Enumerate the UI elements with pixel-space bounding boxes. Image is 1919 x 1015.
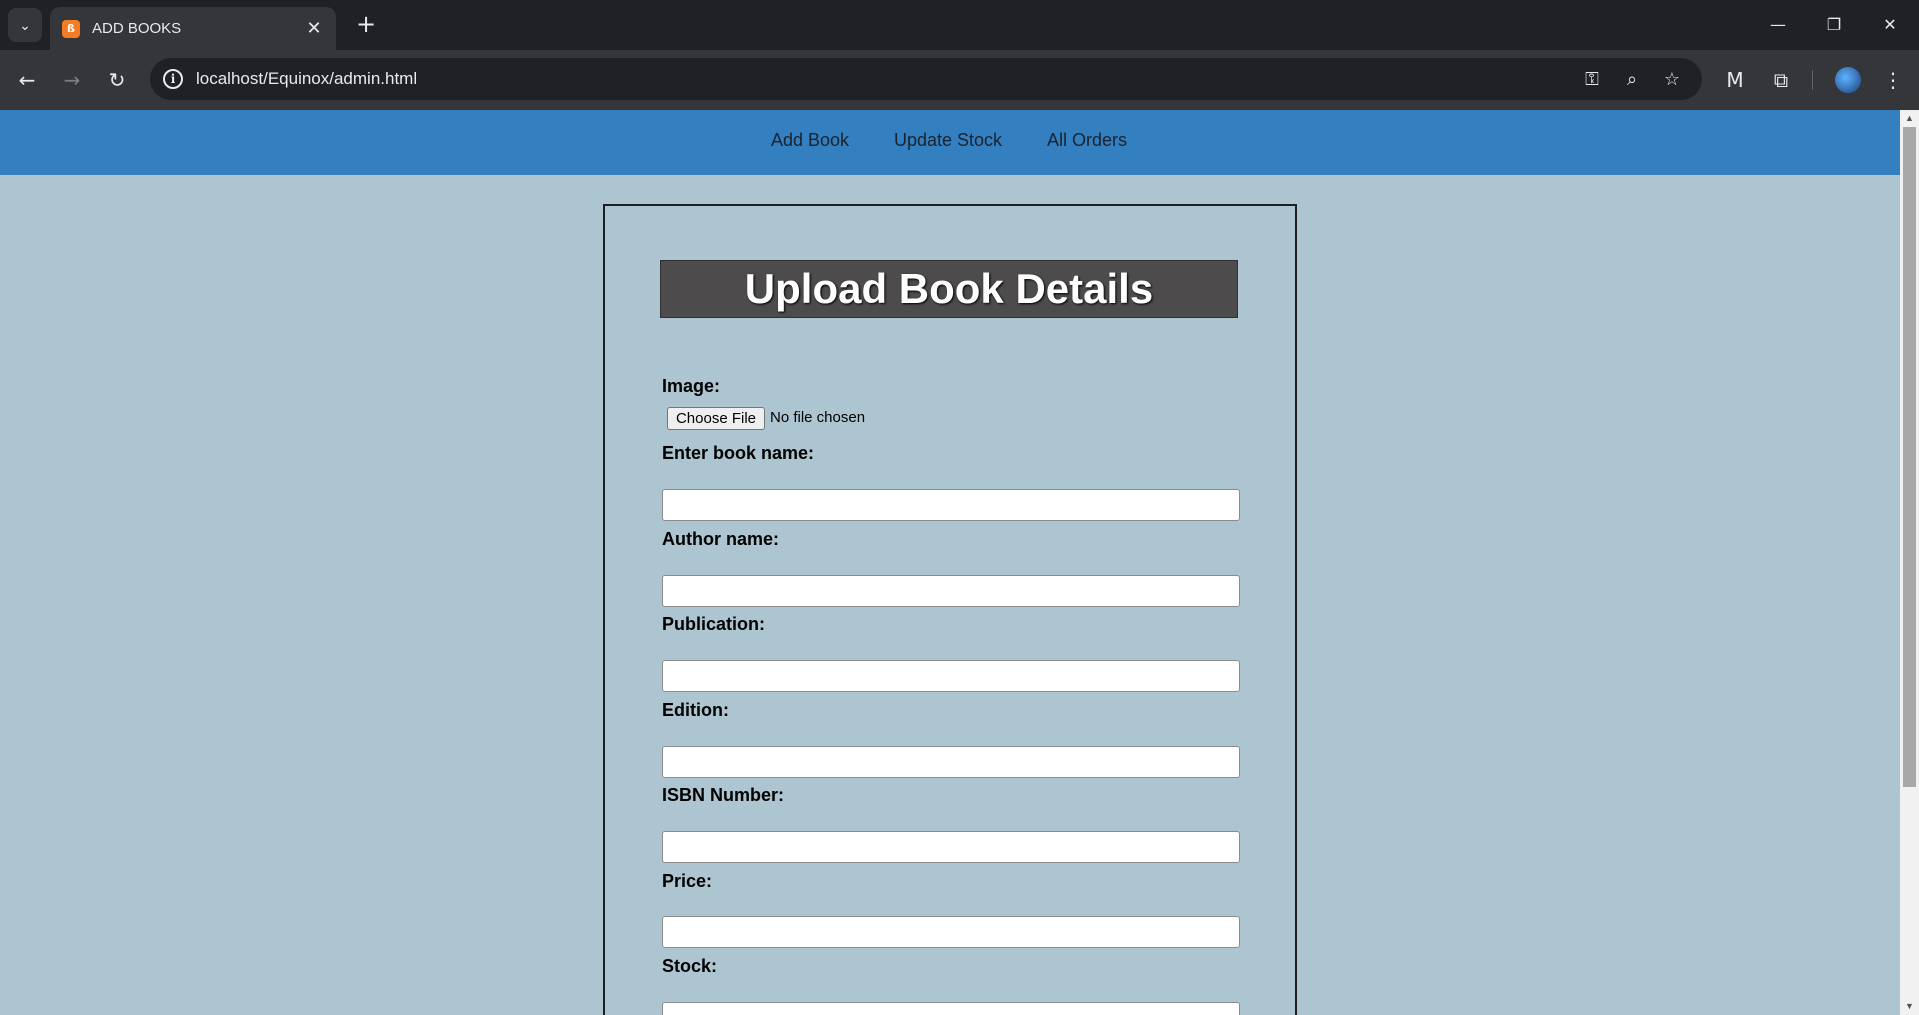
browser-tab-bar: ⌄ ß ADD BOOKS ✕ + — ❐ ✕ <box>0 0 1919 50</box>
stock-input[interactable] <box>662 1002 1240 1015</box>
scroll-down-icon[interactable]: ▼ <box>1900 998 1919 1015</box>
url-text[interactable]: localhost/Equinox/admin.html <box>196 69 417 89</box>
author-name-label: Author name: <box>662 529 779 549</box>
publication-input[interactable] <box>662 660 1240 692</box>
price-input[interactable] <box>662 916 1240 948</box>
edition-label: Edition: <box>662 700 729 720</box>
nav-link-all-orders[interactable]: All Orders <box>1047 130 1127 151</box>
close-icon[interactable]: ✕ <box>304 18 324 39</box>
book-name-input[interactable] <box>662 489 1240 521</box>
reload-icon[interactable]: ↻ <box>99 62 135 98</box>
file-status: No file chosen <box>770 409 866 426</box>
top-navigation: Add Book Update Stock All Orders <box>0 110 1900 175</box>
star-icon[interactable]: ☆ <box>1659 67 1685 93</box>
price-label: Price: <box>662 871 713 891</box>
page-content: Add Book Update Stock All Orders Upload … <box>0 110 1900 1015</box>
forward-arrow-icon[interactable]: → <box>54 62 90 98</box>
isbn-input[interactable] <box>662 831 1240 863</box>
avatar[interactable] <box>1835 67 1861 93</box>
tab-title: ADD BOOKS <box>92 20 182 37</box>
form-title: Upload Book Details <box>660 260 1238 318</box>
image-label: Image: <box>662 376 721 396</box>
chevron-down-icon: ⌄ <box>19 16 31 33</box>
zoom-icon[interactable]: ⌕ <box>1619 67 1645 93</box>
choose-file-button[interactable]: Choose File <box>667 407 765 430</box>
nav-link-add-book[interactable]: Add Book <box>771 130 849 151</box>
key-icon[interactable]: ⚿ <box>1579 67 1605 93</box>
upload-form: Upload Book Details Image: Choose File N… <box>603 204 1297 1015</box>
isbn-label: ISBN Number: <box>662 785 785 805</box>
info-icon[interactable]: i <box>163 69 183 89</box>
browser-tab[interactable]: ß ADD BOOKS ✕ <box>50 7 336 50</box>
address-bar[interactable]: i localhost/Equinox/admin.html ⚿ ⌕ ☆ <box>150 58 1702 100</box>
edition-input[interactable] <box>662 746 1240 778</box>
scroll-up-icon[interactable]: ▲ <box>1900 110 1919 127</box>
toolbar-separator <box>1812 70 1813 90</box>
restore-icon[interactable]: ❐ <box>1814 8 1854 42</box>
browser-toolbar: ← → ↻ i localhost/Equinox/admin.html ⚿ ⌕… <box>0 50 1919 110</box>
author-name-input[interactable] <box>662 575 1240 607</box>
nav-link-update-stock[interactable]: Update Stock <box>894 130 1002 151</box>
more-vertical-icon[interactable]: ⋮ <box>1876 63 1910 97</box>
book-name-label: Enter book name: <box>662 443 815 463</box>
puzzle-icon[interactable]: ⧉ <box>1764 63 1798 97</box>
minimize-icon[interactable]: — <box>1758 8 1798 42</box>
plus-icon[interactable]: + <box>352 11 380 39</box>
malwarebytes-icon[interactable]: M <box>1718 63 1752 97</box>
favicon-icon: ß <box>62 19 80 38</box>
stock-label: Stock: <box>662 956 718 976</box>
close-window-icon[interactable]: ✕ <box>1870 8 1910 42</box>
back-arrow-icon[interactable]: ← <box>9 62 45 98</box>
scroll-thumb[interactable] <box>1903 127 1916 787</box>
vertical-scrollbar[interactable]: ▲ ▼ <box>1900 110 1919 1015</box>
publication-label: Publication: <box>662 614 765 634</box>
tab-search-button[interactable]: ⌄ <box>8 8 42 42</box>
